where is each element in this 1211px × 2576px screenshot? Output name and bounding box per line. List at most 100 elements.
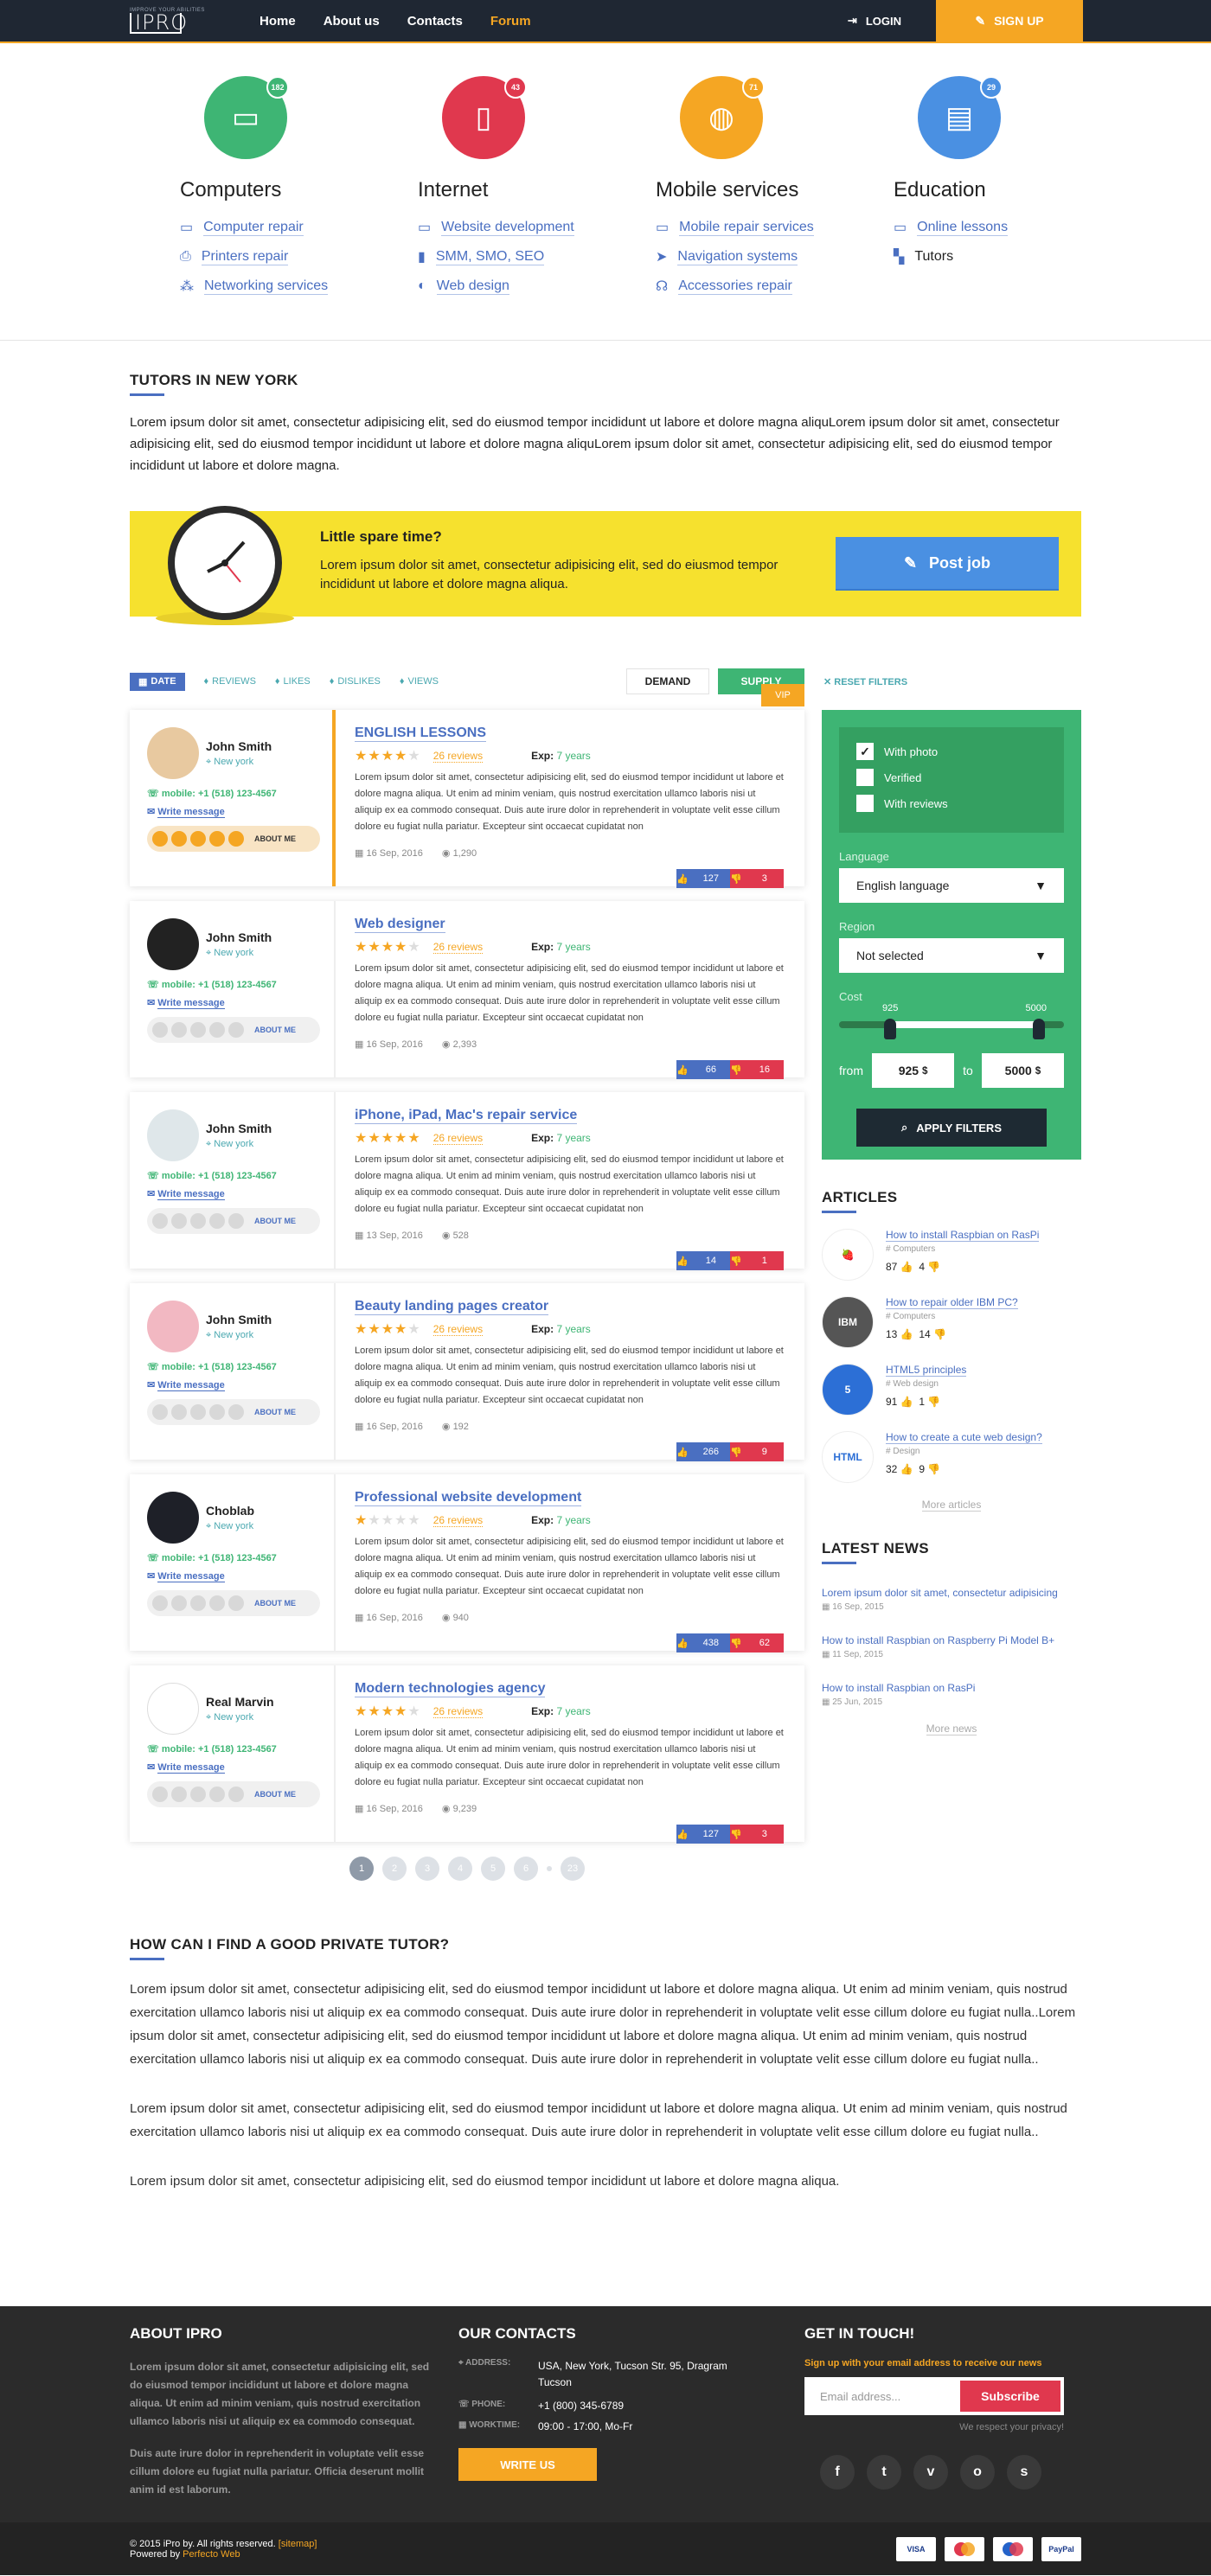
avatar[interactable]: [147, 918, 199, 970]
write-message-link[interactable]: ✉ Write message: [147, 1379, 334, 1391]
category-icon[interactable]: ▭ 182: [204, 76, 289, 159]
social-icon[interactable]: [228, 1213, 244, 1229]
about-me-link[interactable]: ABOUT ME: [254, 834, 296, 843]
tutor-card[interactable]: John Smith ⌖ New york ☏ mobile: +1 (518) 1…: [130, 901, 804, 1079]
write-message-link[interactable]: ✉ Write message: [147, 806, 332, 818]
dislike-button[interactable]: 👎 3: [730, 1825, 784, 1844]
tutor-card[interactable]: John Smith ⌖ New york ☏ mobile: +1 (518) 1…: [130, 1283, 804, 1461]
post-job-button[interactable]: ✎ Post job: [836, 537, 1059, 589]
service-title[interactable]: Professional website development: [355, 1490, 582, 1506]
login-button[interactable]: ⇥ LOGIN: [848, 14, 901, 28]
social-icon[interactable]: [228, 1404, 244, 1420]
category-link[interactable]: ▭ Online lessons: [894, 213, 1081, 242]
nav-home[interactable]: Home: [260, 14, 296, 29]
cost-to-input[interactable]: 5000 $: [981, 1053, 1064, 1088]
avatar[interactable]: [147, 1301, 199, 1352]
dislike-button[interactable]: 👎 16: [730, 1060, 784, 1079]
category-icon[interactable]: ◍ 71: [680, 76, 765, 159]
about-me-link[interactable]: ABOUT ME: [254, 1217, 296, 1225]
about-me-link[interactable]: ABOUT ME: [254, 1026, 296, 1034]
social-icon[interactable]: [152, 1595, 168, 1611]
social-icon[interactable]: [152, 1787, 168, 1802]
twitter-icon[interactable]: t: [867, 2455, 901, 2490]
social-icon[interactable]: [152, 831, 168, 847]
cost-slider[interactable]: 925 5000: [839, 1003, 1064, 1039]
social-icon[interactable]: [171, 1213, 187, 1229]
tutor-name[interactable]: Choblab: [206, 1504, 254, 1518]
slider-handle-min[interactable]: [884, 1019, 896, 1039]
signup-button[interactable]: ✎ SIGN UP: [936, 0, 1083, 42]
more-articles-link[interactable]: More articles: [822, 1499, 1081, 1512]
category-link[interactable]: ▮ SMM, SMO, SEO: [418, 242, 606, 272]
article-link[interactable]: How to install Raspbian on RasPi: [886, 1229, 1040, 1242]
social-icon[interactable]: [228, 1787, 244, 1802]
social-icon[interactable]: [171, 1022, 187, 1038]
reviews-link[interactable]: 26 reviews: [432, 1132, 484, 1145]
tutor-card[interactable]: VIP John Smith ⌖ New york ☏ mobile: +1 (518…: [130, 684, 804, 888]
social-icon[interactable]: [190, 1404, 206, 1420]
social-icon[interactable]: [190, 1022, 206, 1038]
tutor-name[interactable]: Real Marvin: [206, 1695, 274, 1709]
social-icon[interactable]: [171, 1787, 187, 1802]
about-me-link[interactable]: ABOUT ME: [254, 1790, 296, 1799]
like-button[interactable]: 👍 14: [676, 1251, 730, 1270]
article-thumbnail[interactable]: 🍓: [822, 1229, 874, 1281]
social-icon[interactable]: [209, 831, 225, 847]
odnoklassniki-icon[interactable]: o: [960, 2455, 995, 2490]
dislike-button[interactable]: 👎 62: [730, 1633, 784, 1652]
write-message-link[interactable]: ✉ Write message: [147, 1761, 334, 1774]
social-icon[interactable]: [152, 1404, 168, 1420]
category-link[interactable]: ▚ Tutors: [894, 242, 1081, 272]
category-link[interactable]: ☊ Accessories repair: [656, 272, 843, 301]
checkbox-verified[interactable]: Verified: [856, 769, 1047, 786]
service-title[interactable]: iPhone, iPad, Mac's repair service: [355, 1108, 578, 1124]
tutor-card[interactable]: Choblab ⌖ New york ☏ mobile: +1 (518) 123-…: [130, 1474, 804, 1652]
demand-tab[interactable]: DEMAND: [626, 668, 709, 694]
page-4[interactable]: 4: [448, 1857, 472, 1881]
category-link[interactable]: ▭ Website development: [418, 213, 606, 242]
news-link[interactable]: Lorem ipsum dolor sit amet, consectetur …: [822, 1587, 1058, 1599]
subscribe-button[interactable]: Subscribe: [960, 2381, 1060, 2412]
write-message-link[interactable]: ✉ Write message: [147, 1570, 334, 1582]
reviews-link[interactable]: 26 reviews: [432, 1705, 484, 1718]
email-input[interactable]: Email address...: [820, 2390, 960, 2403]
category-link[interactable]: ⁂ Networking services: [180, 272, 368, 301]
article-thumbnail[interactable]: IBM: [822, 1296, 874, 1348]
social-icon[interactable]: [152, 1213, 168, 1229]
category-link[interactable]: ▭ Mobile repair services: [656, 213, 843, 242]
avatar[interactable]: [147, 1683, 199, 1735]
write-message-link[interactable]: ✉ Write message: [147, 1188, 334, 1200]
dislike-button[interactable]: 👎 3: [730, 869, 784, 888]
like-button[interactable]: 👍 127: [676, 869, 730, 888]
article-link[interactable]: HTML5 principles: [886, 1364, 967, 1377]
social-icon[interactable]: [209, 1022, 225, 1038]
nav-forum[interactable]: Forum: [490, 14, 531, 29]
avatar[interactable]: [147, 727, 199, 779]
category-icon[interactable]: ▯ 43: [442, 76, 527, 159]
social-icon[interactable]: [209, 1404, 225, 1420]
social-icon[interactable]: [228, 1595, 244, 1611]
about-me-link[interactable]: ABOUT ME: [254, 1599, 296, 1608]
category-link[interactable]: ➤ Navigation systems: [656, 242, 843, 272]
category-link[interactable]: ⎙ Printers repair: [180, 242, 368, 272]
language-select[interactable]: English language ▼: [839, 868, 1064, 903]
news-link[interactable]: How to install Raspbian on Raspberry Pi …: [822, 1634, 1054, 1646]
service-title[interactable]: Modern technologies agency: [355, 1681, 546, 1697]
dislike-button[interactable]: 👎 1: [730, 1251, 784, 1270]
page-2[interactable]: 2: [382, 1857, 407, 1881]
page-5[interactable]: 5: [481, 1857, 505, 1881]
social-icon[interactable]: [190, 1787, 206, 1802]
page-3[interactable]: 3: [415, 1857, 439, 1881]
tutor-name[interactable]: John Smith: [206, 930, 272, 944]
slider-handle-max[interactable]: [1033, 1019, 1045, 1039]
tutor-card[interactable]: Real Marvin ⌖ New york ☏ mobile: +1 (518) …: [130, 1665, 804, 1844]
dislike-button[interactable]: 👎 9: [730, 1442, 784, 1461]
social-icon[interactable]: [171, 1404, 187, 1420]
social-icon[interactable]: [228, 1022, 244, 1038]
nav-contacts[interactable]: Contacts: [407, 14, 463, 29]
category-link[interactable]: ▭ Computer repair: [180, 213, 368, 242]
logo[interactable]: IMPROVE YOUR ABILITIES IPRO: [130, 5, 216, 36]
reviews-link[interactable]: 26 reviews: [432, 1323, 484, 1336]
write-message-link[interactable]: ✉ Write message: [147, 997, 334, 1009]
news-link[interactable]: How to install Raspbian on RasPi: [822, 1682, 975, 1694]
